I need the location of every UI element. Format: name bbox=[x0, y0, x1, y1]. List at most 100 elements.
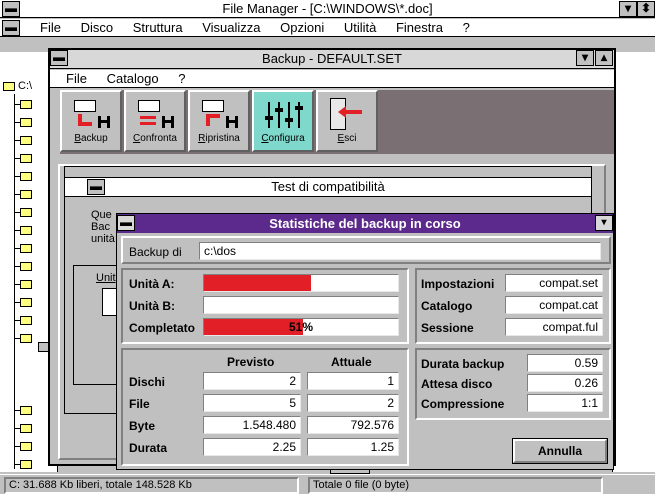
stats-dialog: Statistiche del backup in corso ▬ ▾ Back… bbox=[116, 213, 614, 470]
stats-dropdown-icon[interactable]: ▾ bbox=[595, 215, 613, 231]
exit-label: Esci bbox=[337, 133, 357, 144]
system-menu-icon[interactable]: ▬ bbox=[2, 1, 20, 17]
child-system-menu-icon[interactable]: ▬ bbox=[2, 20, 20, 36]
catalogo-field: compat.cat bbox=[505, 296, 603, 314]
exit-icon bbox=[328, 96, 366, 132]
durata-backup-field: 0.59 bbox=[527, 354, 603, 372]
drive-folder-icon bbox=[3, 82, 15, 91]
backup-titlebar: Backup - DEFAULT.SET bbox=[50, 50, 614, 69]
menu-struttura[interactable]: Struttura bbox=[133, 20, 183, 35]
completato-percent: 51% bbox=[288, 320, 314, 334]
compat-text: Que Bac unità bbox=[91, 209, 115, 245]
menu-utilita[interactable]: Utilità bbox=[344, 20, 377, 35]
file-manager-titlebar: File Manager - [C:\WINDOWS\*.doc] bbox=[0, 0, 655, 18]
sessione-field: compat.ful bbox=[505, 318, 603, 336]
folder-icon[interactable] bbox=[20, 190, 32, 199]
backup-icon bbox=[72, 98, 110, 132]
compare-icon bbox=[136, 98, 174, 132]
col-previsto-header: Previsto bbox=[227, 355, 275, 369]
folder-icon[interactable] bbox=[20, 262, 32, 271]
row-durata-label: Durata bbox=[129, 441, 168, 455]
folder-icon[interactable] bbox=[20, 154, 32, 163]
menu-help[interactable]: ? bbox=[463, 20, 470, 35]
folder-icon[interactable] bbox=[20, 334, 32, 343]
status-bar: C: 31.688 Kb liberi, totale 148.528 Kb T… bbox=[0, 474, 655, 494]
restore-button[interactable]: Ripristina bbox=[188, 90, 250, 152]
unita-b-label: Unità B: bbox=[129, 299, 175, 313]
sessione-label: Sessione bbox=[421, 321, 474, 335]
configure-label: Configura bbox=[261, 133, 305, 144]
attesa-disco-label: Attesa disco bbox=[421, 377, 493, 391]
folder-icon[interactable] bbox=[20, 280, 32, 289]
status-free-space: C: 31.688 Kb liberi, totale 148.528 Kb bbox=[4, 477, 299, 494]
folder-icon[interactable] bbox=[20, 406, 32, 415]
toolbar: Backup Confronta Ripristina Configura Es… bbox=[60, 90, 614, 154]
backup-di-field: c:\dos bbox=[199, 242, 601, 260]
folder-icon[interactable] bbox=[20, 100, 32, 109]
compat-system-menu-icon[interactable]: ▬ bbox=[87, 179, 105, 195]
file-list-pane[interactable] bbox=[612, 52, 655, 472]
exit-button[interactable]: Esci bbox=[316, 90, 378, 152]
drive-label[interactable]: C:\ bbox=[18, 80, 32, 92]
backup-menubar: File Catalogo ? bbox=[50, 70, 614, 88]
compat-titlebar: Test di compatibilità bbox=[65, 177, 591, 197]
minimize-icon[interactable]: ▾ bbox=[619, 1, 637, 17]
menu-file[interactable]: File bbox=[66, 71, 87, 86]
durata-previsto: 2.25 bbox=[203, 438, 301, 456]
file-manager-title: File Manager - [C:\WINDOWS\*.doc] bbox=[222, 1, 433, 16]
file-manager-menubar: File Disco Struttura Visualizza Opzioni … bbox=[0, 19, 655, 37]
menu-file[interactable]: File bbox=[40, 20, 61, 35]
menu-opzioni[interactable]: Opzioni bbox=[280, 20, 324, 35]
restore-label: Ripristina bbox=[198, 133, 240, 144]
menu-disco[interactable]: Disco bbox=[81, 20, 114, 35]
annulla-label: Annulla bbox=[538, 444, 582, 458]
compare-button[interactable]: Confronta bbox=[124, 90, 186, 152]
compressione-label: Compressione bbox=[421, 397, 505, 411]
backup-minimize-icon[interactable]: ▾ bbox=[576, 50, 594, 66]
impostazioni-label: Impostazioni bbox=[421, 277, 495, 291]
compat-unit-label: Unit bbox=[96, 272, 116, 284]
backup-label: Backup bbox=[74, 133, 108, 144]
row-byte-label: Byte bbox=[129, 419, 156, 433]
annulla-button[interactable]: Annulla bbox=[512, 438, 608, 464]
menu-catalogo[interactable]: Catalogo bbox=[107, 71, 159, 86]
dischi-attuale: 1 bbox=[307, 372, 399, 390]
folder-icon[interactable] bbox=[20, 136, 32, 145]
attesa-disco-field: 0.26 bbox=[527, 374, 603, 392]
catalogo-label: Catalogo bbox=[421, 299, 473, 313]
folder-icon[interactable] bbox=[20, 226, 32, 235]
compat-title: Test di compatibilità bbox=[271, 179, 385, 194]
configure-button[interactable]: Configura bbox=[252, 90, 314, 152]
folder-icon[interactable] bbox=[20, 424, 32, 433]
menu-finestra[interactable]: Finestra bbox=[396, 20, 443, 35]
compressione-field: 1:1 bbox=[527, 394, 603, 412]
folder-icon[interactable] bbox=[20, 172, 32, 181]
menu-visualizza[interactable]: Visualizza bbox=[202, 20, 260, 35]
status-total-files: Totale 0 file (0 byte) bbox=[308, 477, 603, 494]
restore-icon[interactable]: ⬍ bbox=[637, 1, 655, 17]
backup-maximize-icon[interactable]: ▴ bbox=[595, 50, 613, 66]
file-attuale: 2 bbox=[307, 394, 399, 412]
backup-button[interactable]: Backup bbox=[60, 90, 122, 152]
row-dischi-label: Dischi bbox=[129, 375, 166, 389]
completato-progress: 51% bbox=[203, 318, 399, 336]
unita-a-progress bbox=[203, 274, 399, 292]
menu-help[interactable]: ? bbox=[178, 71, 185, 86]
durata-backup-label: Durata backup bbox=[421, 357, 505, 371]
restore-icon bbox=[200, 98, 238, 132]
byte-previsto: 1.548.480 bbox=[203, 416, 301, 434]
durata-attuale: 1.25 bbox=[307, 438, 399, 456]
folder-icon[interactable] bbox=[20, 460, 32, 469]
folder-icon[interactable] bbox=[20, 208, 32, 217]
folder-icon[interactable] bbox=[20, 298, 32, 307]
folder-icon[interactable] bbox=[20, 316, 32, 325]
completato-label: Completato bbox=[129, 321, 195, 335]
dischi-previsto: 2 bbox=[203, 372, 301, 390]
stats-title: Statistiche del backup in corso bbox=[269, 216, 461, 231]
folder-icon[interactable] bbox=[20, 118, 32, 127]
folder-icon[interactable] bbox=[20, 442, 32, 451]
backup-system-menu-icon[interactable]: ▬ bbox=[50, 50, 68, 66]
stats-system-menu-icon[interactable]: ▬ bbox=[117, 215, 135, 231]
folder-icon[interactable] bbox=[20, 244, 32, 253]
backup-di-label: Backup di bbox=[129, 245, 182, 259]
